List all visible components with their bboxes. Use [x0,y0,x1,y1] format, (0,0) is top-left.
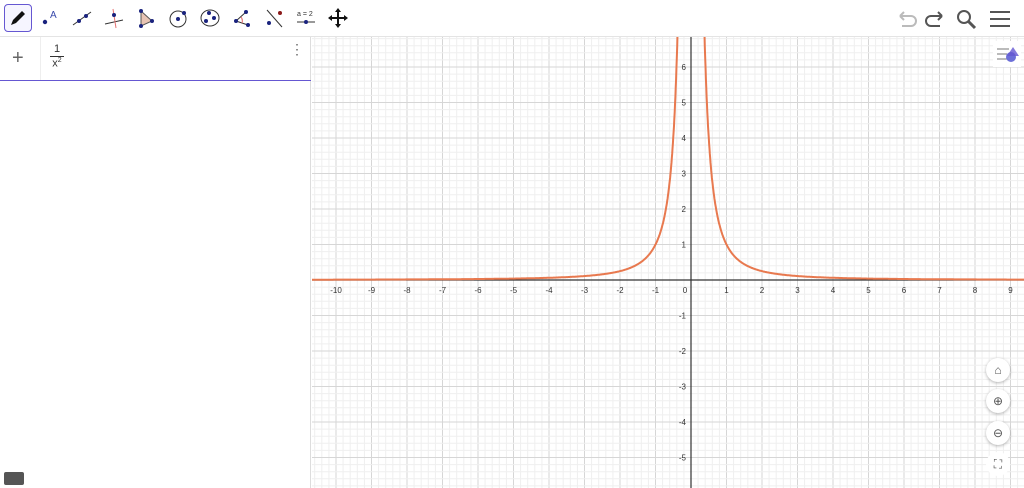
home-icon: ⌂ [994,363,1002,377]
x-tick-label: 0 [683,286,688,295]
y-tick-label: -2 [679,347,687,356]
x-tick-label: 5 [866,286,871,295]
y-tick-label: 4 [682,134,687,143]
pen-icon [11,11,25,25]
redo-icon[interactable] [922,7,946,31]
reflect-icon [266,9,283,28]
x-tick-label: -6 [474,286,482,295]
fullscreen-button[interactable]: ⛶ [986,452,1010,476]
style-bar-icon [997,47,1019,62]
y-tick-label: -3 [679,383,687,392]
perpendicular-icon [104,8,124,29]
toolbar: A a = 2 [0,0,1024,37]
keyboard-icon[interactable] [4,472,24,485]
x-tick-label: 9 [1008,286,1013,295]
x-tick-label: -3 [581,286,589,295]
y-tick-label: 2 [682,205,687,214]
undo-icon[interactable] [896,7,920,31]
numerator: 1 [50,43,64,57]
zoom-in-button[interactable]: ⊕ [986,389,1010,413]
slider-tool-button[interactable]: a = 2 [292,4,320,32]
denominator-exponent: 2 [57,57,62,64]
x-tick-label: 4 [831,286,836,295]
graph-canvas[interactable]: -10 -9 -8 -7 -6 -5 -4 -3 -2 -1 0 1 2 3 4 5 6 7 8 9-5-4-3-2-… [312,37,1024,488]
zoom-in-icon: ⊕ [992,394,1004,408]
slider-label: a = 2 [297,11,313,18]
x-tick-label: 2 [760,286,765,295]
zoom-out-icon: ⊖ [992,426,1004,440]
algebra-input-row[interactable]: + 1 x2 ⋮ [0,37,311,81]
algebra-view: + 1 x2 ⋮ [0,37,311,488]
y-tick-label: -5 [679,454,687,463]
fullscreen-icon: ⛶ [993,456,1003,471]
search-icon[interactable] [954,7,978,31]
more-options-button[interactable]: ⋮ [290,42,304,56]
line-icon [72,11,92,26]
polygon-icon [139,9,154,28]
point-label: A [50,10,57,21]
x-tick-label: -4 [545,286,553,295]
function-expression[interactable]: 1 x2 [50,43,64,70]
x-tick-label: -2 [616,286,624,295]
x-tick-label: -1 [652,286,660,295]
move-icon [328,8,348,28]
y-tick-label: 6 [682,63,687,72]
line-tool-button[interactable] [68,4,96,32]
y-tick-label: -1 [679,312,687,321]
ellipse-icon [200,9,220,27]
x-tick-label: 1 [724,286,729,295]
y-tick-label: 5 [682,99,687,108]
x-tick-label: 8 [973,286,978,295]
x-tick-label: -9 [368,286,376,295]
x-tick-label: -7 [439,286,447,295]
menu-icon[interactable] [988,7,1012,31]
point-icon: A [42,10,57,25]
style-bar-toggle[interactable] [993,41,1021,67]
slider-icon: a = 2 [297,11,315,24]
x-tick-label: 6 [902,286,907,295]
y-tick-label: 1 [682,241,687,250]
home-button[interactable]: ⌂ [986,358,1010,382]
y-tick-label: 3 [682,170,687,179]
move-view-tool-button[interactable] [324,4,352,32]
angle-icon [234,10,250,27]
pen-tool-button[interactable] [4,4,32,32]
x-tick-label: 3 [795,286,800,295]
point-tool-button[interactable]: A [36,4,64,32]
function-curve [312,37,679,281]
perpendicular-tool-button[interactable] [100,4,128,32]
circle-tool-button[interactable] [164,4,192,32]
reflect-tool-button[interactable] [260,4,288,32]
circle-icon [169,10,187,28]
angle-tool-button[interactable] [228,4,256,32]
x-tick-label: -8 [403,286,411,295]
row-divider [40,37,41,80]
zoom-out-button[interactable]: ⊖ [986,421,1010,445]
x-tick-label: 7 [937,286,942,295]
polygon-tool-button[interactable] [132,4,160,32]
x-tick-label: -10 [330,286,342,295]
x-tick-label: -5 [510,286,518,295]
graphics-view[interactable]: -10 -9 -8 -7 -6 -5 -4 -3 -2 -1 0 1 2 3 4 5 6 7 8 9 -5 -4 -3 -2-… [312,37,1024,488]
function-curve [703,37,1024,281]
add-item-button[interactable]: + [12,47,24,70]
y-tick-label: -4 [679,418,687,427]
circle-three-points-tool-button[interactable] [196,4,224,32]
